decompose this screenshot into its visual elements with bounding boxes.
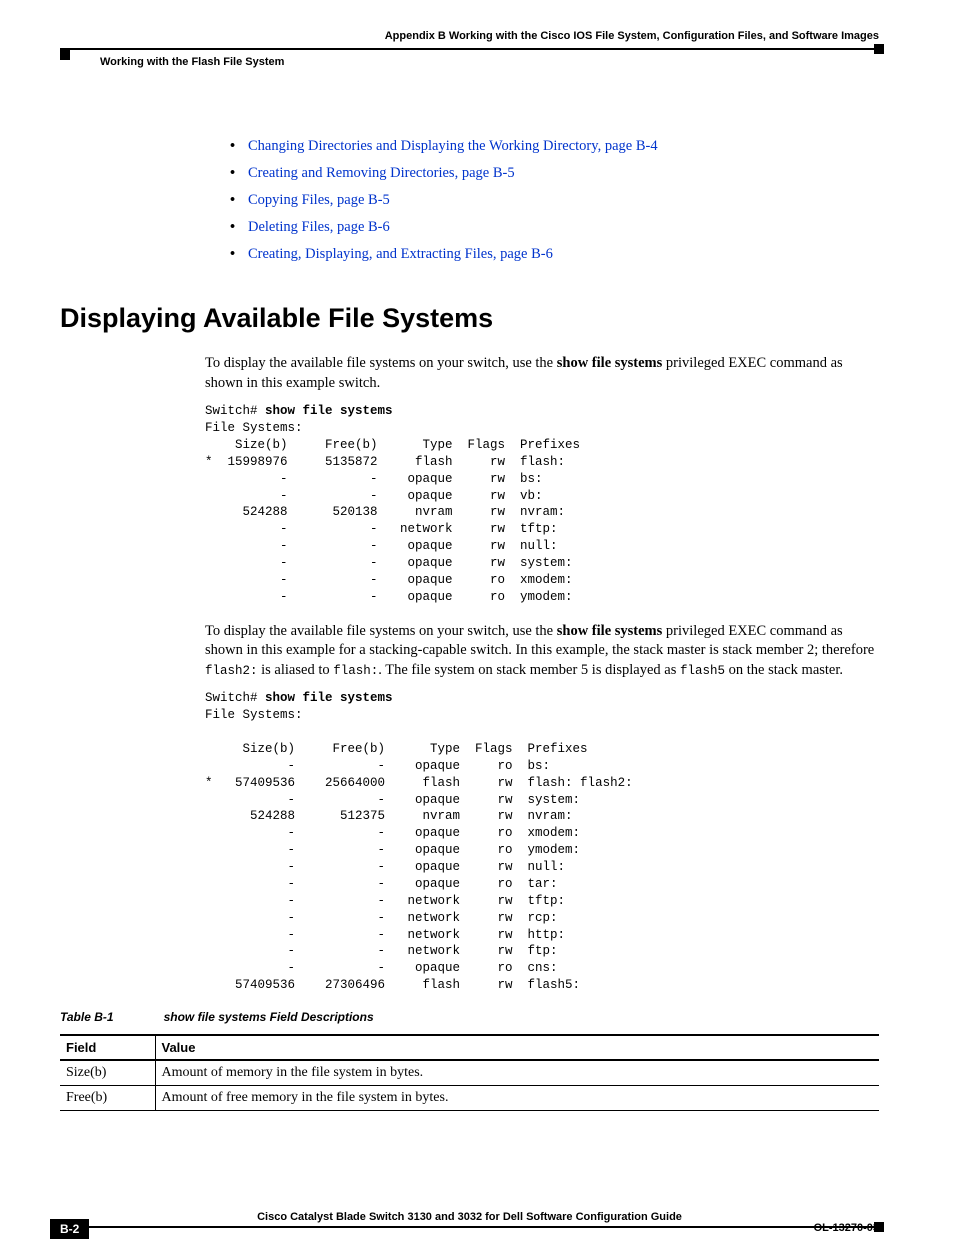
- command-text: show file systems: [265, 404, 393, 418]
- th-value: Value: [155, 1035, 879, 1060]
- paragraph: To display the available file systems on…: [205, 622, 879, 681]
- list-item: Deleting Files, page B-6: [230, 219, 879, 236]
- section-title: Working with the Flash File System: [100, 56, 879, 68]
- table-caption: Table B-1 show file systems Field Descrip…: [60, 1010, 879, 1024]
- td-field: Size(b): [60, 1060, 155, 1086]
- xref-link[interactable]: Creating and Removing Directories, page …: [248, 165, 515, 181]
- code-inline: flash5: [680, 664, 725, 678]
- prompt: Switch#: [205, 691, 265, 705]
- table-id: Table B-1: [60, 1010, 114, 1024]
- table-title: show file systems Field Descriptions: [164, 1010, 374, 1024]
- page-number: B-2: [50, 1219, 89, 1239]
- footer-doc-title: Cisco Catalyst Blade Switch 3130 and 303…: [60, 1211, 879, 1223]
- appendix-title: Appendix B Working with the Cisco IOS Fi…: [60, 30, 879, 42]
- command-text: show file systems: [557, 355, 663, 371]
- text: To display the available file systems on…: [205, 623, 557, 639]
- td-value: Amount of free memory in the file system…: [155, 1086, 879, 1111]
- section-heading: Displaying Available File Systems: [60, 303, 879, 334]
- rule-end-box: [874, 44, 884, 54]
- link-list: Changing Directories and Displaying the …: [230, 138, 879, 263]
- field-table: Field Value Size(b) Amount of memory in …: [60, 1034, 879, 1111]
- td-field: Free(b): [60, 1086, 155, 1111]
- header-rule: [60, 48, 879, 50]
- table-header-row: Field Value: [60, 1035, 879, 1060]
- xref-link[interactable]: Creating, Displaying, and Extracting Fil…: [248, 246, 553, 262]
- paragraph: To display the available file systems on…: [205, 354, 879, 393]
- table-row: Size(b) Amount of memory in the file sys…: [60, 1060, 879, 1086]
- header-left-box: [60, 50, 70, 60]
- table-row: Free(b) Amount of free memory in the fil…: [60, 1086, 879, 1111]
- td-value: Amount of memory in the file system in b…: [155, 1060, 879, 1086]
- footer-rule: [60, 1226, 879, 1228]
- th-field: Field: [60, 1035, 155, 1060]
- text: To display the available file systems on…: [205, 355, 557, 371]
- code-inline: flash:: [333, 664, 378, 678]
- page-footer: Cisco Catalyst Blade Switch 3130 and 303…: [60, 1211, 879, 1228]
- text: . The file system on stack member 5 is d…: [378, 662, 680, 678]
- code-block: Switch# show file systems File Systems: …: [205, 690, 879, 994]
- page-header: Appendix B Working with the Cisco IOS Fi…: [60, 30, 879, 68]
- text: on the stack master.: [725, 662, 843, 678]
- command-text: show file systems: [557, 623, 663, 639]
- command-text: show file systems: [265, 691, 393, 705]
- code-block: Switch# show file systems File Systems: …: [205, 403, 879, 606]
- list-item: Creating, Displaying, and Extracting Fil…: [230, 246, 879, 263]
- code-output: File Systems: Size(b) Free(b) Type Flags…: [205, 708, 633, 992]
- text: is aliased to: [258, 662, 334, 678]
- prompt: Switch#: [205, 404, 265, 418]
- code-output: File Systems: Size(b) Free(b) Type Flags…: [205, 421, 580, 604]
- xref-link[interactable]: Changing Directories and Displaying the …: [248, 138, 658, 154]
- list-item: Creating and Removing Directories, page …: [230, 165, 879, 182]
- xref-link[interactable]: Copying Files, page B-5: [248, 192, 390, 208]
- document-number: OL-13270-03: [814, 1222, 879, 1234]
- list-item: Changing Directories and Displaying the …: [230, 138, 879, 155]
- code-inline: flash2:: [205, 664, 258, 678]
- list-item: Copying Files, page B-5: [230, 192, 879, 209]
- xref-link[interactable]: Deleting Files, page B-6: [248, 219, 390, 235]
